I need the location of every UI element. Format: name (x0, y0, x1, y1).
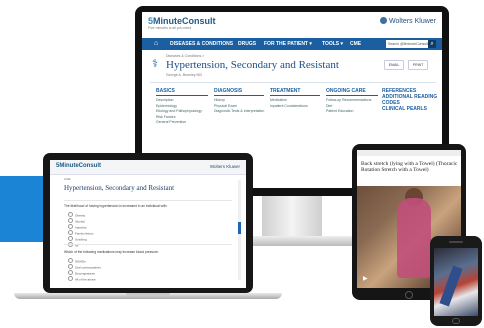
radio-icon (68, 258, 73, 263)
person-arm (439, 265, 463, 307)
section-basics: BASICS Description Epidemiology Etiology… (156, 88, 208, 126)
email-button[interactable]: EMAIL (384, 60, 404, 70)
phone-screen[interactable] (434, 248, 478, 316)
blue-accent-block (0, 176, 48, 242)
nav-for-the-patient[interactable]: FOR THE PATIENT ▾ (264, 41, 312, 47)
search-input[interactable]: Search @5minuteConsult (386, 40, 428, 48)
radio-icon (68, 276, 73, 282)
stethoscope-icon: ⚕ (152, 58, 158, 70)
section-references: REFERENCES ADDITIONAL READING CODES CLIN… (382, 88, 438, 112)
section-link[interactable]: Patient Education (326, 109, 378, 115)
laptop-notch (126, 293, 170, 296)
section-heading[interactable]: DIAGNOSIS (214, 88, 264, 96)
radio-icon (68, 212, 73, 217)
brand-mark-icon (380, 17, 388, 24)
section-link[interactable]: General Prevention (156, 120, 208, 126)
section-treatment: TREATMENT Medication Inpatient Considera… (270, 88, 320, 109)
section-link[interactable]: Inpatient Considerations (270, 104, 320, 110)
brand-logo: Wolters Kluwer (209, 164, 240, 169)
section-link[interactable]: Etiology and Pathophysiology (156, 109, 208, 115)
monitor-stand (262, 196, 322, 240)
page-title: Hypertension, Secondary and Resistant (166, 59, 339, 71)
section-heading[interactable]: ONGOING CARE (326, 88, 378, 96)
video-caption: Back stretch (lying with a Towel) (Thora… (361, 161, 458, 173)
person-figure (397, 198, 431, 278)
scrollbar-thumb[interactable] (238, 222, 241, 234)
brand-logo: Wolters Kluwer (380, 17, 436, 25)
radio-icon (68, 236, 73, 242)
app-logo[interactable]: 5MinuteConsult (56, 163, 101, 169)
question-text: Which of the following medications may i… (64, 250, 159, 254)
tablet-home-button[interactable] (405, 291, 413, 299)
phone-speaker (449, 241, 463, 243)
radio-icon (68, 218, 73, 224)
section-heading[interactable]: BASICS (156, 88, 208, 96)
laptop-screen: 5MinuteConsult Wolters Kluwer CME Hypert… (50, 160, 246, 288)
radio-icon (68, 224, 73, 230)
divider (64, 244, 232, 245)
nav-cme[interactable]: CME (350, 41, 361, 47)
radio-icon (68, 270, 73, 276)
nav-diseases[interactable]: DISEASES & CONDITIONS (170, 41, 233, 47)
section-ongoing-care: ONGOING CARE Follow-up Recommendations D… (326, 88, 378, 115)
divider (150, 82, 436, 83)
main-nav: ⌂ DISEASES & CONDITIONS DRUGS FOR THE PA… (142, 38, 442, 50)
status-bar (357, 150, 461, 156)
section-link[interactable]: Follow-up Recommendations (326, 98, 378, 104)
divider (64, 200, 232, 201)
answer-option[interactable]: All of the above (68, 276, 101, 282)
clinical-pearls-link[interactable]: CLINICAL PEARLS (382, 106, 438, 112)
breadcrumb[interactable]: CME (64, 177, 71, 181)
app-tagline: Five minutes is all you need (148, 26, 192, 30)
search-icon[interactable]: ⌕ (428, 40, 436, 48)
question-text: The likelihood of having hypertension is… (64, 204, 168, 208)
nav-tools[interactable]: TOOLS ▾ (322, 41, 343, 47)
radio-icon (68, 264, 73, 270)
section-heading[interactable]: TREATMENT (270, 88, 320, 96)
section-link[interactable]: Diagnostic Tests & Interpretation (214, 109, 264, 115)
play-icon[interactable]: ▶ (363, 276, 369, 282)
laptop-header: 5MinuteConsult Wolters Kluwer (50, 160, 246, 175)
radio-icon (68, 230, 73, 236)
section-diagnosis: DIAGNOSIS History Physical Exam Diagnost… (214, 88, 264, 115)
home-icon[interactable]: ⌂ (154, 40, 162, 48)
answer-options: NSAIDs Oral contraceptives Decongestants… (68, 258, 101, 282)
page-title: Hypertension, Secondary and Resistant (64, 184, 175, 192)
author: George A. Bromley MD (166, 73, 202, 77)
print-button[interactable]: PRINT (408, 60, 428, 70)
nav-drugs[interactable]: DRUGS (238, 41, 256, 47)
app-logo[interactable]: 5MinuteConsult (148, 16, 216, 26)
breadcrumb[interactable]: Diseases & Conditions > (166, 54, 204, 58)
phone-home-button[interactable] (452, 318, 460, 324)
